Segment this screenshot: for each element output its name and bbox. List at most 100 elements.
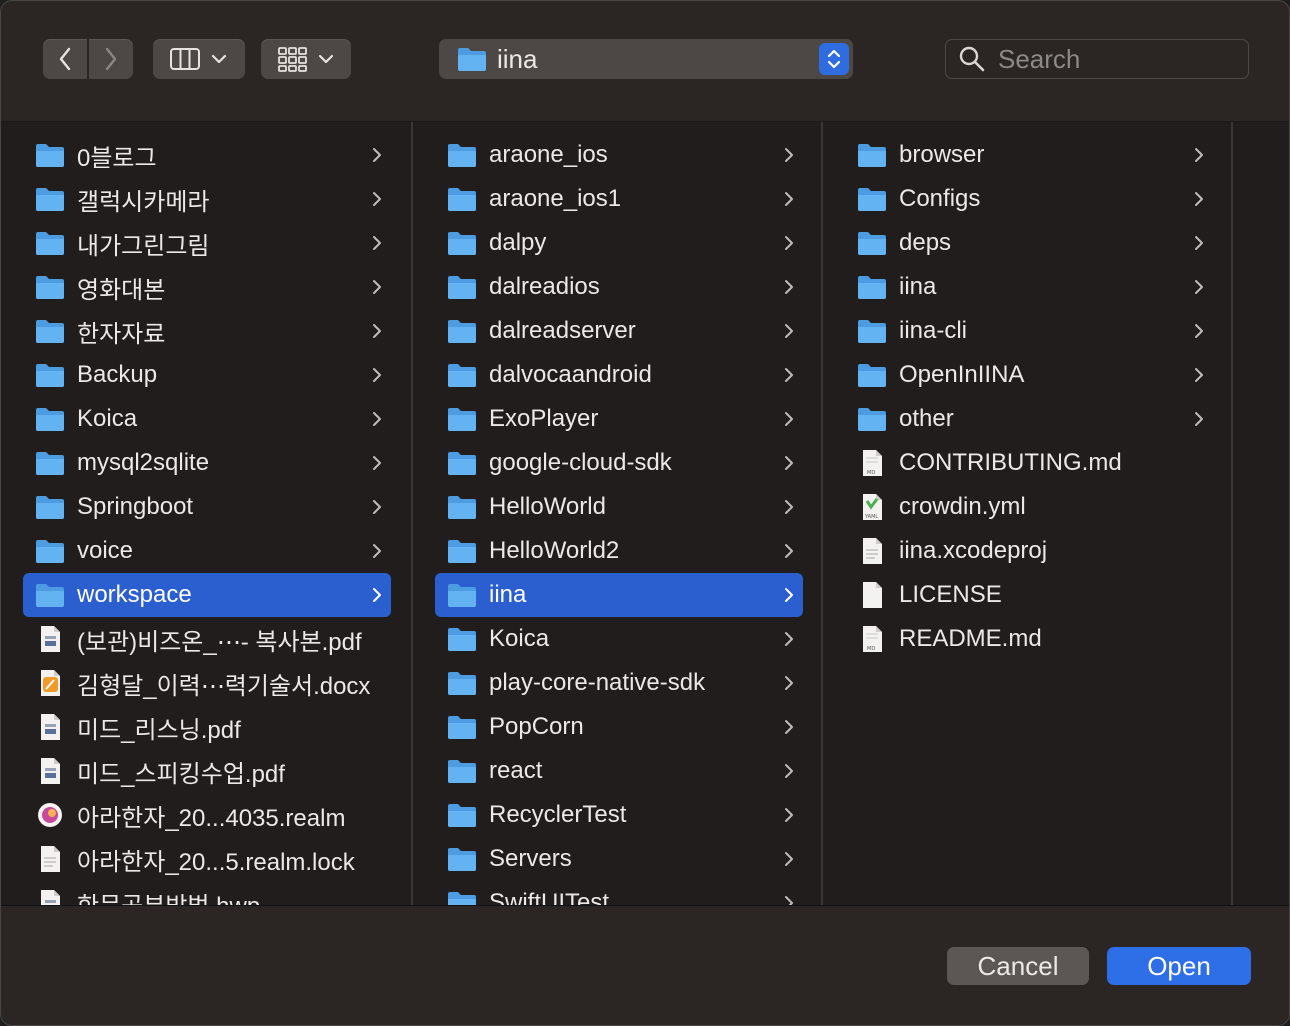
folder-row[interactable]: google-cloud-sdk bbox=[435, 441, 803, 485]
chevron-right-icon bbox=[1195, 148, 1203, 162]
column-2: araone_ios araone_ios1dalpy dalreadios dalr… bbox=[413, 122, 821, 905]
file-row[interactable]: (보관)비즈온_⋯- 복사본.pdf bbox=[23, 617, 391, 661]
row-icon bbox=[447, 405, 477, 433]
folder-row[interactable]: HelloWorld bbox=[435, 485, 803, 529]
back-button[interactable] bbox=[43, 39, 87, 79]
item-name: dalvocaandroid bbox=[489, 361, 652, 388]
chevron-right-icon bbox=[373, 280, 381, 294]
file-row[interactable]: 미드_리스닝.pdf bbox=[23, 705, 391, 749]
folder-icon bbox=[36, 364, 64, 387]
file-row[interactable]: 아라한자_20...5.realm.lock bbox=[23, 837, 391, 881]
row-icon bbox=[447, 713, 477, 741]
file-row[interactable]: 한문공부방법.hwp bbox=[23, 881, 391, 905]
chevron-right-icon bbox=[373, 412, 381, 426]
folder-row[interactable]: iina bbox=[435, 573, 803, 617]
folder-row[interactable]: dalreadserver bbox=[435, 309, 803, 353]
row-icon bbox=[35, 889, 65, 905]
row-icon: MD bbox=[857, 625, 887, 653]
folder-row[interactable]: 한자자료 bbox=[23, 309, 391, 353]
row-icon bbox=[35, 801, 65, 829]
item-name: play-core-native-sdk bbox=[489, 669, 706, 696]
file-row[interactable]: 아라한자_20...4035.realm bbox=[23, 793, 391, 837]
chevron-right-icon bbox=[373, 148, 381, 162]
folder-icon bbox=[36, 320, 64, 343]
folder-row[interactable]: HelloWorld2 bbox=[435, 529, 803, 573]
folder-row[interactable]: Servers bbox=[435, 837, 803, 881]
folder-row[interactable]: other bbox=[845, 397, 1213, 441]
toolbar: iina bbox=[1, 1, 1289, 121]
folder-row[interactable]: 갤럭시카메라 bbox=[23, 177, 391, 221]
item-name: araone_ios1 bbox=[489, 185, 622, 212]
pdf-file-icon bbox=[41, 890, 60, 905]
folder-row[interactable]: play-core-native-sdk bbox=[435, 661, 803, 705]
folder-row[interactable]: dalvocaandroid bbox=[435, 353, 803, 397]
row-icon bbox=[35, 141, 65, 169]
file-row[interactable]: LICENSE bbox=[845, 573, 1213, 617]
folder-row[interactable]: iina-cli bbox=[845, 309, 1213, 353]
folder-row[interactable]: Koica bbox=[435, 617, 803, 661]
open-button[interactable]: Open bbox=[1107, 947, 1251, 985]
chevron-right-icon bbox=[1195, 368, 1203, 382]
folder-row[interactable]: Koica bbox=[23, 397, 391, 441]
column-divider[interactable] bbox=[1231, 122, 1233, 905]
folder-row[interactable]: dalpy bbox=[435, 221, 803, 265]
folder-row[interactable]: Springboot bbox=[23, 485, 391, 529]
item-name: iina bbox=[489, 581, 527, 608]
file-row[interactable]: 미드_스피킹수업.pdf bbox=[23, 749, 391, 793]
popup-stepper[interactable] bbox=[819, 43, 849, 75]
chevron-right-icon bbox=[1195, 280, 1203, 294]
file-row[interactable]: YAML crowdin.yml bbox=[845, 485, 1213, 529]
item-name: HelloWorld bbox=[489, 493, 606, 520]
search-icon bbox=[959, 46, 985, 72]
folder-row[interactable]: 영화대본 bbox=[23, 265, 391, 309]
group-button[interactable] bbox=[261, 39, 351, 79]
folder-row[interactable]: araone_ios bbox=[435, 133, 803, 177]
folder-row[interactable]: OpenInIINA bbox=[845, 353, 1213, 397]
item-name: ExoPlayer bbox=[489, 405, 599, 432]
folder-row[interactable]: voice bbox=[23, 529, 391, 573]
file-row[interactable]: MD CONTRIBUTING.md bbox=[845, 441, 1213, 485]
item-name: 아라한자_20...5.realm.lock bbox=[77, 848, 355, 876]
file-row[interactable]: MD README.md bbox=[845, 617, 1213, 661]
folder-row[interactable]: browser bbox=[845, 133, 1213, 177]
chevron-right-icon bbox=[785, 852, 793, 866]
folder-row[interactable]: araone_ios1 bbox=[435, 177, 803, 221]
file-row[interactable]: iina.xcodeproj bbox=[845, 529, 1213, 573]
folder-row[interactable]: iina bbox=[845, 265, 1213, 309]
cancel-button[interactable]: Cancel bbox=[947, 947, 1089, 985]
chevron-right-icon bbox=[1195, 192, 1203, 206]
item-name: 내가그린그림 bbox=[77, 232, 210, 260]
folder-icon bbox=[448, 188, 476, 211]
folder-row[interactable]: PopCorn bbox=[435, 705, 803, 749]
search-input[interactable] bbox=[996, 42, 1240, 76]
folder-row[interactable]: dalreadios bbox=[435, 265, 803, 309]
md-file-icon: MD bbox=[863, 450, 882, 476]
item-name: workspace bbox=[77, 581, 192, 608]
column-1: 0블로그 갤럭시카메라내가그린그림영화대본한자자료 Backup Koica mysql… bbox=[1, 122, 411, 905]
folder-row[interactable]: workspace bbox=[23, 573, 391, 617]
chevron-right-icon bbox=[785, 896, 793, 905]
item-name: CONTRIBUTING.md bbox=[899, 449, 1122, 476]
folder-row[interactable]: ExoPlayer bbox=[435, 397, 803, 441]
folder-row[interactable]: RecyclerTest bbox=[435, 793, 803, 837]
folder-row[interactable]: 내가그린그림 bbox=[23, 221, 391, 265]
folder-row[interactable]: SwiftUITest bbox=[435, 881, 803, 905]
forward-button[interactable] bbox=[89, 39, 133, 79]
location-popup[interactable]: iina bbox=[439, 39, 853, 79]
search-field[interactable] bbox=[945, 39, 1249, 79]
item-name: 한자자료 bbox=[77, 320, 166, 348]
folder-row[interactable]: Backup bbox=[23, 353, 391, 397]
row-icon bbox=[35, 625, 65, 653]
folder-row[interactable]: deps bbox=[845, 221, 1213, 265]
row-icon bbox=[857, 405, 887, 433]
view-mode-button[interactable] bbox=[153, 39, 245, 79]
blank-file-icon bbox=[863, 582, 882, 608]
folder-row[interactable]: react bbox=[435, 749, 803, 793]
file-row[interactable]: 김형달_이력⋯력기술서.docx bbox=[23, 661, 391, 705]
folder-icon bbox=[36, 452, 64, 475]
chevron-right-icon bbox=[785, 236, 793, 250]
folder-row[interactable]: mysql2sqlite bbox=[23, 441, 391, 485]
row-icon bbox=[35, 361, 65, 389]
folder-row[interactable]: Configs bbox=[845, 177, 1213, 221]
folder-row[interactable]: 0블로그 bbox=[23, 133, 391, 177]
